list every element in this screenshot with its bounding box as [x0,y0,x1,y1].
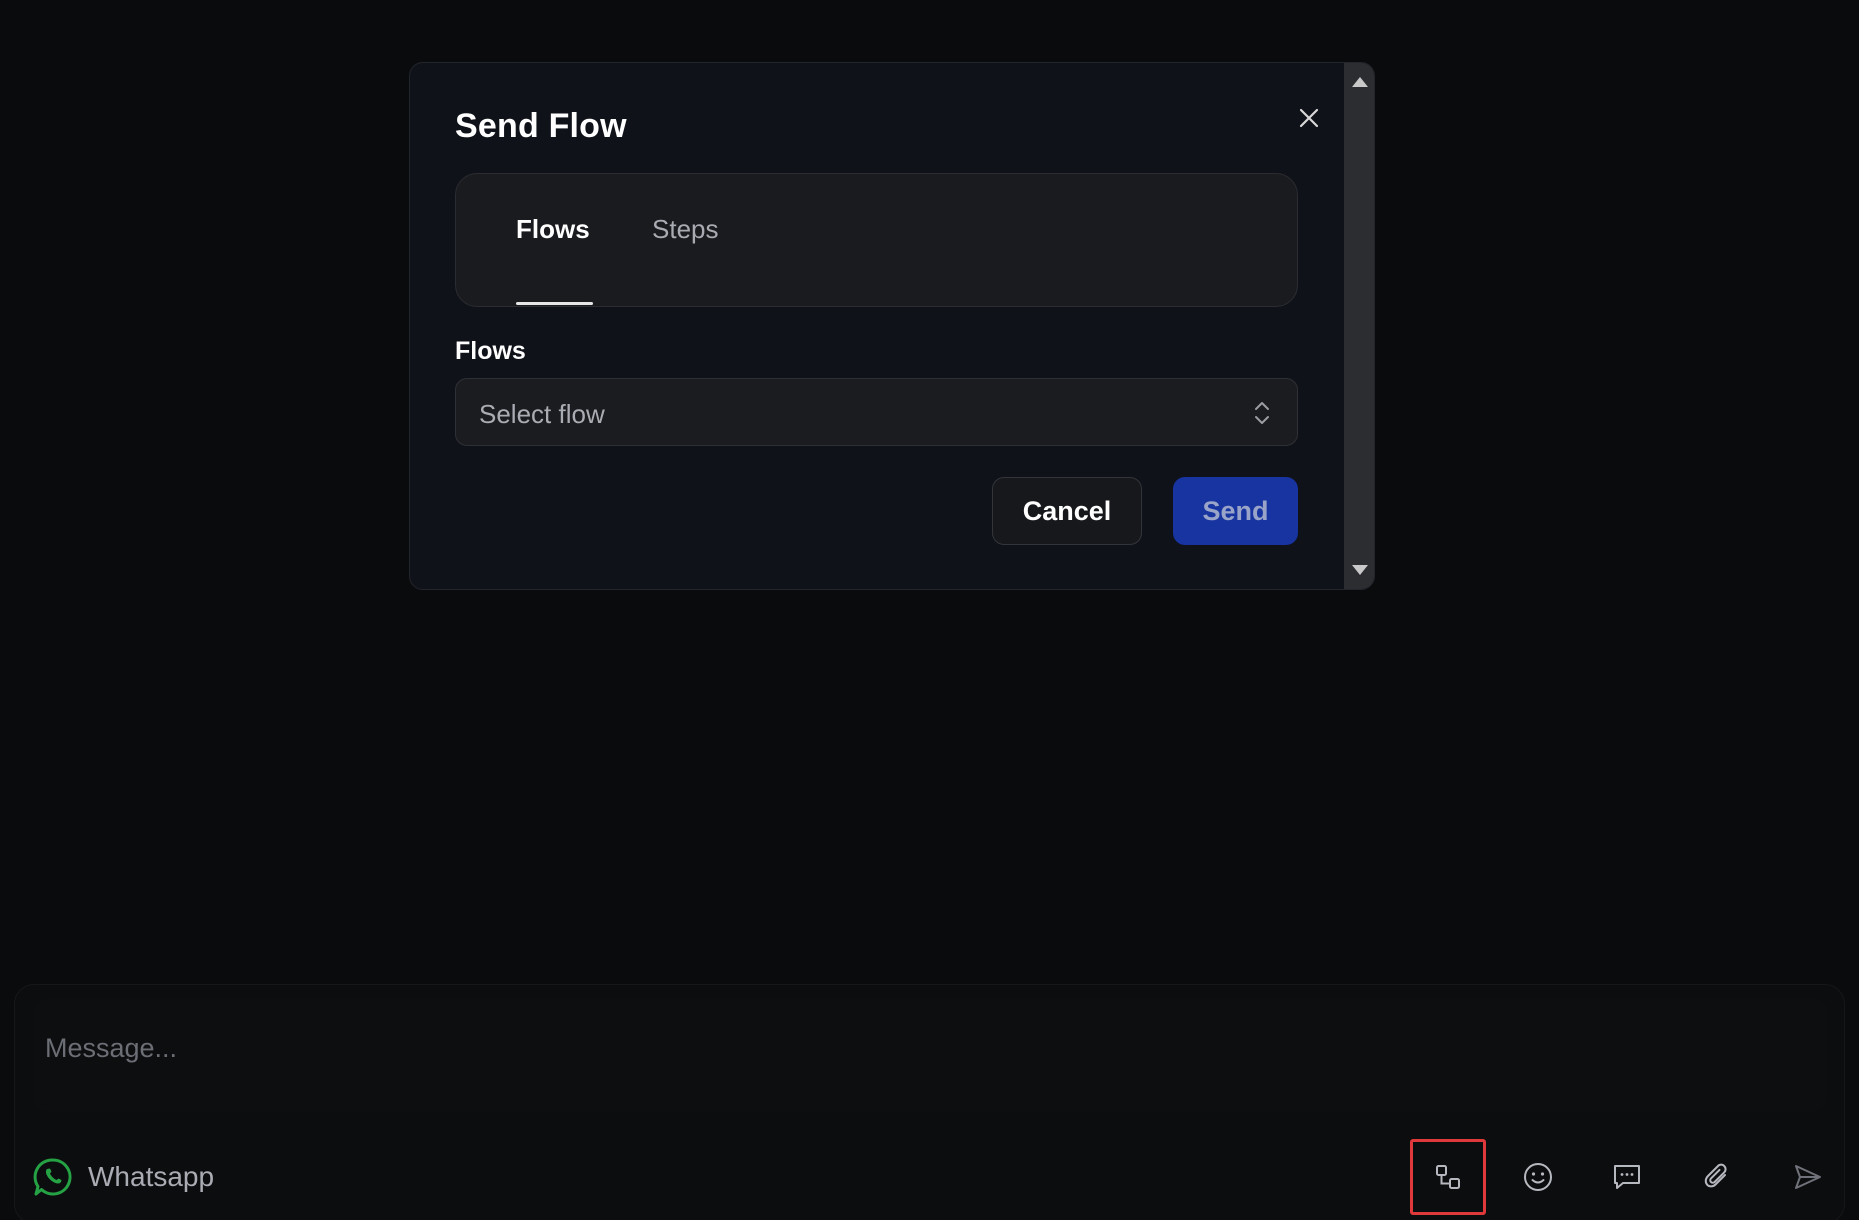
attachment-icon [1704,1163,1727,1188]
message-template-button[interactable] [1589,1139,1665,1215]
dialog-title: Send Flow [455,107,627,145]
send-message-button[interactable] [1770,1139,1846,1215]
emoji-icon [1524,1163,1552,1191]
chevron-up-down-icon [1255,402,1269,424]
flows-field-label: Flows [455,337,526,365]
scroll-down-arrow[interactable] [1352,565,1368,575]
close-icon [1299,108,1319,128]
send-flow-button[interactable] [1410,1139,1486,1215]
tab-flows[interactable]: Flows [516,214,590,245]
dialog-scrollbar[interactable] [1344,63,1374,589]
tab-steps[interactable]: Steps [652,214,719,245]
channel-selector[interactable]: Whatsapp [33,1157,214,1197]
flow-select[interactable]: Select flow [455,378,1298,446]
active-tab-indicator [516,302,593,305]
attachment-button[interactable] [1679,1139,1755,1215]
scroll-up-arrow[interactable] [1352,77,1368,87]
send-button[interactable]: Send [1173,477,1298,545]
cancel-button[interactable]: Cancel [992,477,1142,545]
flow-icon [1436,1165,1460,1189]
message-template-icon [1614,1165,1640,1189]
emoji-button[interactable] [1500,1139,1576,1215]
flow-select-placeholder: Select flow [479,399,605,429]
page: Send Flow Flows Steps Flows Select flow [0,0,1859,1220]
send-icon [1795,1165,1821,1189]
channel-label: Whatsapp [88,1161,215,1192]
send-flow-dialog: Send Flow Flows Steps Flows Select flow [409,62,1375,590]
message-input[interactable]: Message... [34,999,1827,1111]
whatsapp-icon [33,1158,72,1196]
message-placeholder: Message... [45,1033,178,1063]
close-button[interactable] [1288,97,1330,139]
message-composer: Message... Whatsapp [14,984,1845,1220]
dialog-content: Send Flow Flows Steps Flows Select flow [410,63,1344,589]
tab-list: Flows Steps [455,173,1298,307]
